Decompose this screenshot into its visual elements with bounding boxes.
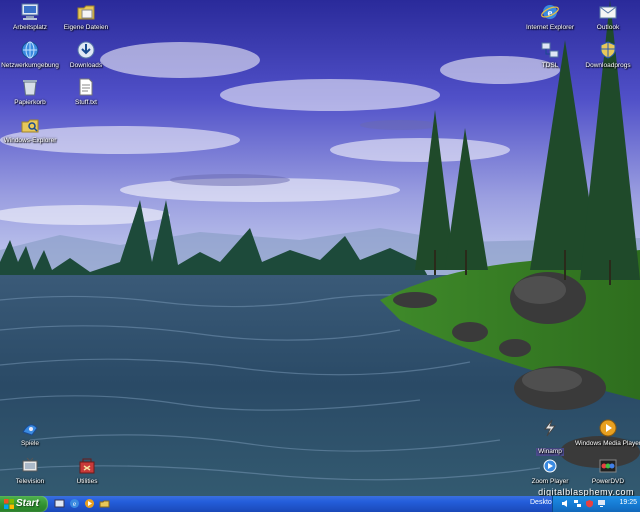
downloads-icon	[77, 41, 95, 59]
icon-label: Outlook	[596, 24, 620, 31]
ie-icon: e	[541, 5, 559, 19]
desktop-icon-windows-explorer[interactable]: Windows-Explorer	[0, 115, 66, 145]
icon-label: Windows-Explorer	[3, 137, 57, 144]
icon-label: PowerDVD	[591, 478, 625, 485]
network-globe-icon	[21, 41, 39, 59]
clock[interactable]: 19:25	[619, 499, 637, 506]
text-file-icon	[79, 78, 93, 96]
taskbar[interactable]: Start e Desktop 19:25	[0, 496, 640, 512]
security-icon[interactable]	[585, 499, 594, 508]
computer-icon	[21, 3, 39, 20]
icon-label: Eigene Dateien	[63, 24, 109, 31]
documents-folder-icon	[77, 5, 95, 20]
desktop-icon-eigene-dateien[interactable]: Eigene Dateien	[50, 2, 122, 32]
television-icon	[22, 457, 38, 472]
zoom-player-icon	[543, 459, 557, 473]
wallpaper-watermark: digitalblasphemy.com	[538, 487, 634, 496]
network-icon	[541, 42, 559, 58]
icon-label: Windows Media Player	[574, 440, 640, 447]
mail-icon	[599, 6, 617, 19]
icon-label: Downloads	[69, 62, 103, 69]
ie-icon[interactable]: e	[69, 498, 80, 509]
network-icon[interactable]	[573, 499, 582, 508]
media-player-icon	[599, 419, 617, 437]
icon-label: Utilities	[76, 478, 98, 485]
desktop-icon-spiele[interactable]: Spiele	[0, 418, 66, 448]
dvd-icon	[599, 459, 617, 473]
icon-label: Winamp	[536, 448, 564, 456]
desktop-icon-utilities[interactable]: Utilities	[51, 456, 123, 486]
desktop-icon-downloadprogs[interactable]: Downloadprogs	[572, 40, 640, 70]
start-button[interactable]: Start	[0, 496, 48, 512]
svg-text:e: e	[73, 500, 76, 508]
icon-label: Stuff.txt	[75, 99, 97, 106]
desktop[interactable]: Arbeitsplatz Eigene Dateien Netzwerkumge…	[0, 0, 640, 496]
quick-launch-bar: e	[54, 498, 110, 510]
icon-label: Spiele	[20, 440, 40, 447]
start-label: Start	[16, 498, 39, 509]
icon-label: Downloadprogs	[585, 62, 631, 69]
volume-icon[interactable]	[561, 499, 570, 508]
desktop-icon-outlook[interactable]: Outlook	[572, 2, 640, 32]
shield-icon	[600, 41, 616, 59]
show-desktop-icon[interactable]	[54, 498, 65, 509]
desktop-icon-downloads[interactable]: Downloads	[50, 40, 122, 70]
monitor-icon[interactable]	[597, 499, 606, 508]
winamp-icon	[543, 419, 557, 437]
desktop-icon-stuff-txt[interactable]: Stuff.txt	[50, 77, 122, 107]
system-tray: 19:25	[552, 496, 640, 512]
desktop-icon-windows-media-player[interactable]: Windows Media Player	[572, 418, 640, 448]
desktop-icon-powerdvd[interactable]: PowerDVD	[572, 456, 640, 486]
recycle-bin-icon	[23, 80, 37, 96]
toolbox-icon	[79, 458, 95, 474]
explorer-icon[interactable]	[99, 498, 110, 509]
windows-logo-icon	[4, 499, 14, 509]
media-player-icon[interactable]	[84, 498, 95, 509]
games-icon	[22, 424, 38, 436]
explorer-icon	[21, 119, 39, 133]
